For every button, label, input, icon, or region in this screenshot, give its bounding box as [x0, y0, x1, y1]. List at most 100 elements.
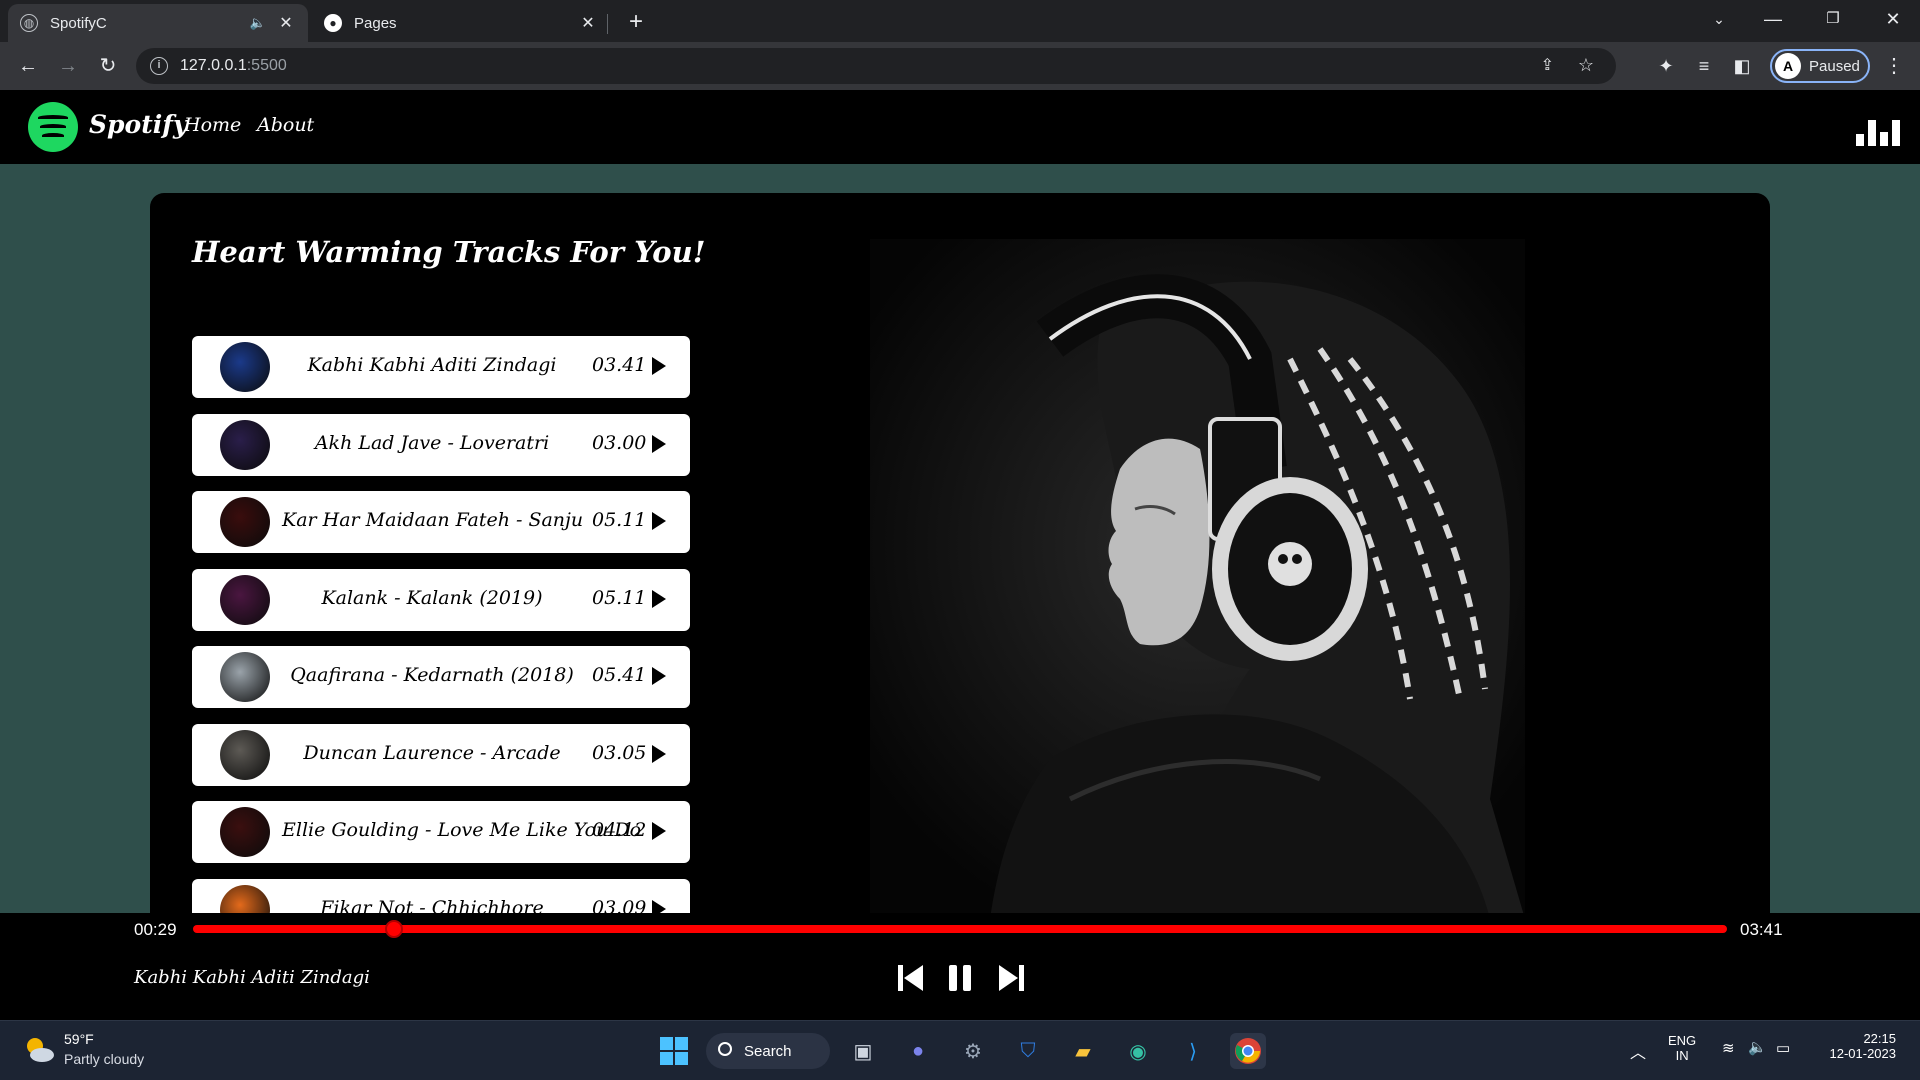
song-cover-image — [220, 342, 270, 392]
close-window-button[interactable]: ✕ — [1866, 0, 1920, 38]
clock-time: 22:15 — [1863, 1031, 1896, 1046]
song-cover-image — [220, 884, 270, 913]
browser-tab-strip: ◍ SpotifyC 🔈 ✕ ● Pages ✕ + ⌄ — ❐ ✕ — [0, 0, 1920, 42]
task-view-icon[interactable]: ▣ — [845, 1033, 881, 1069]
side-panel-icon[interactable]: ◧ — [1726, 50, 1758, 82]
song-item[interactable]: Qaafirana - Kedarnath (2018) 05.41 — [192, 646, 690, 708]
song-duration: 03.05 — [592, 741, 647, 764]
chat-icon[interactable]: ● — [900, 1033, 936, 1069]
now-playing-title: Kabhi Kabhi Aditi Zindagi — [134, 967, 370, 988]
tab-search-icon[interactable]: ⌄ — [1692, 0, 1746, 38]
chrome-icon[interactable] — [1230, 1033, 1266, 1069]
pause-icon[interactable] — [946, 962, 974, 994]
nav-about[interactable]: About — [257, 114, 314, 136]
main-card: Heart Warming Tracks For You! Kabhi Kabh… — [150, 193, 1770, 913]
play-icon[interactable] — [652, 899, 666, 913]
bookmark-star-icon[interactable]: ☆ — [1578, 55, 1594, 76]
song-cover-image — [220, 652, 270, 702]
song-name: Akh Lad Jave - Loveratri — [314, 431, 550, 454]
song-duration: 03.41 — [592, 354, 647, 376]
search-icon — [718, 1042, 732, 1056]
song-name: Kalank - Kalank (2019) — [321, 586, 543, 609]
settings-gear-icon[interactable]: ⚙ — [955, 1033, 991, 1069]
weather-description[interactable]: Partly cloudy — [64, 1051, 144, 1067]
spotify-logo-icon[interactable] — [28, 102, 78, 152]
progress-bar[interactable] — [193, 920, 1727, 938]
reload-icon[interactable]: ↻ — [92, 50, 124, 82]
tab-title: Pages — [354, 14, 397, 32]
song-item[interactable]: Akh Lad Jave - Loveratri 03.00 — [192, 413, 690, 476]
song-duration: 04.12 — [592, 819, 647, 841]
restore-button[interactable]: ❐ — [1806, 0, 1860, 38]
forward-icon[interactable]: → — [52, 50, 84, 82]
back-icon[interactable]: ← — [12, 50, 44, 82]
play-icon[interactable] — [652, 589, 666, 608]
brand-name[interactable]: Spotify — [89, 110, 188, 139]
partly-cloudy-icon — [27, 1038, 54, 1062]
equalizer-icon — [1856, 116, 1902, 146]
clock[interactable]: 22:15 12-01-2023 — [1822, 1031, 1897, 1061]
show-hidden-icons-chevron-icon[interactable]: ︿ — [1630, 1039, 1646, 1063]
song-name: Duncan Laurence - Arcade — [303, 741, 561, 764]
share-icon[interactable]: ⇪ — [1541, 55, 1554, 75]
site-info-icon[interactable]: i — [150, 57, 168, 75]
volume-icon[interactable]: 🔈 — [1748, 1038, 1767, 1056]
song-duration: 05.41 — [592, 664, 647, 686]
close-tab-icon[interactable]: ✕ — [276, 13, 296, 33]
speaker-icon[interactable]: 🔈 — [248, 15, 268, 31]
file-explorer-icon[interactable]: ▰ — [1065, 1033, 1101, 1069]
song-duration: 03.00 — [592, 431, 647, 454]
song-item[interactable]: Kar Har Maidaan Fateh - Sanju 05.11 — [192, 491, 690, 553]
play-icon[interactable] — [652, 357, 666, 375]
play-icon[interactable] — [652, 667, 666, 685]
play-icon[interactable] — [652, 744, 666, 763]
profile-button[interactable]: A Paused — [1770, 49, 1870, 83]
address-port: :5500 — [246, 57, 287, 74]
windows-start-icon[interactable] — [656, 1033, 692, 1069]
next-track-icon[interactable] — [996, 962, 1026, 994]
tab-pages[interactable]: ● Pages ✕ — [312, 4, 610, 42]
address-bar[interactable]: i 127.0.0.1:5500 ☆ ⇪ — [136, 48, 1616, 84]
wifi-icon[interactable]: ≋ — [1722, 1039, 1735, 1057]
song-cover-image — [220, 574, 270, 625]
song-item[interactable]: Kabhi Kabhi Aditi Zindagi 03.41 — [192, 336, 690, 398]
minimize-button[interactable]: — — [1746, 0, 1800, 38]
taskbar-search[interactable]: Search — [706, 1033, 830, 1069]
previous-track-icon[interactable] — [896, 962, 926, 994]
page-heading: Heart Warming Tracks For You! — [192, 235, 706, 269]
play-icon[interactable] — [652, 512, 666, 530]
tab-title: SpotifyC — [50, 14, 107, 32]
nav-home[interactable]: Home — [184, 114, 241, 136]
song-item[interactable]: Fikar Not - Chhichhore 03.09 — [192, 878, 690, 914]
play-icon[interactable] — [652, 434, 666, 453]
github-icon: ● — [324, 14, 342, 32]
tab-spotifyc[interactable]: ◍ SpotifyC 🔈 ✕ — [8, 4, 308, 42]
extensions-icon[interactable]: ✦ — [1650, 50, 1682, 82]
menu-icon[interactable]: ⋮ — [1878, 50, 1910, 82]
album-artwork — [870, 239, 1525, 913]
song-cover-image — [220, 807, 270, 857]
song-duration: 05.11 — [592, 509, 647, 531]
player-bar: 00:29 03:41 Kabhi Kabhi Aditi Zindagi — [0, 913, 1920, 1020]
media-control-icon[interactable]: ≡ — [1688, 50, 1720, 82]
language-indicator[interactable]: ENG IN — [1668, 1033, 1696, 1063]
new-tab-button[interactable]: + — [622, 8, 650, 36]
edge-browser-icon[interactable]: ◉ — [1120, 1033, 1156, 1069]
song-item[interactable]: Ellie Goulding - Love Me Like You Do 04.1… — [192, 801, 690, 863]
weather-temperature[interactable]: 59°F — [64, 1031, 94, 1047]
browser-toolbar: ← → ↻ i 127.0.0.1:5500 ☆ ⇪ ✦ ≡ ◧ A Pause… — [0, 42, 1920, 90]
song-cover-image — [220, 419, 270, 470]
progress-thumb[interactable] — [384, 920, 403, 938]
play-icon[interactable] — [652, 822, 666, 840]
current-time: 00:29 — [134, 920, 177, 939]
song-name: Fikar Not - Chhichhore — [320, 896, 544, 914]
song-item[interactable]: Duncan Laurence - Arcade 03.05 — [192, 723, 690, 786]
windows-taskbar: 59°F Partly cloudy Search ▣ ● ⚙ ⛉ ▰ ◉ ⟩ … — [0, 1020, 1920, 1080]
close-tab-icon[interactable]: ✕ — [578, 13, 598, 33]
battery-icon[interactable]: ▭ — [1776, 1039, 1790, 1057]
vscode-icon[interactable]: ⟩ — [1175, 1033, 1211, 1069]
profile-status: Paused — [1809, 57, 1860, 75]
song-item[interactable]: Kalank - Kalank (2019) 05.11 — [192, 568, 690, 631]
security-shield-icon[interactable]: ⛉ — [1010, 1033, 1046, 1069]
address-host: 127.0.0.1 — [180, 57, 247, 74]
